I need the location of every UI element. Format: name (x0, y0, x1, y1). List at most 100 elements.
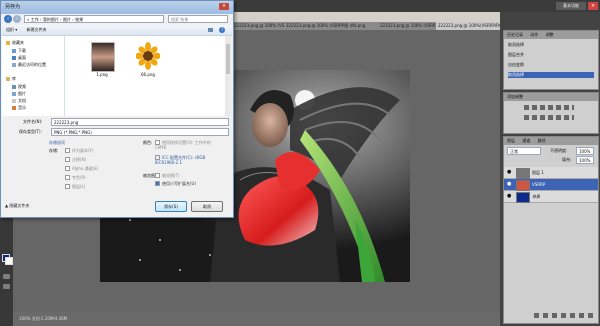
nav-recent[interactable]: 最近访问的位置 (12, 62, 46, 68)
dialog-toolbar: 组织 ▾ 新建文件夹 ? (2, 25, 232, 36)
fill-input[interactable]: 100% (576, 156, 594, 164)
doc-tab[interactable]: 222223.png @ 100% (VSRRP图层1, RGB/8) (284, 22, 351, 30)
search-input[interactable]: 搜索 效果 (168, 15, 228, 23)
back-icon[interactable]: ‹ (4, 15, 12, 23)
music-folder-icon (12, 106, 16, 110)
history-panel: 历史记录 动作 调整 取消选择 图层合并 自由变换 取消选择 (503, 30, 599, 90)
notes-checkbox[interactable]: 注释(N) (65, 157, 86, 163)
tab-channels[interactable]: 通道 (522, 138, 530, 143)
blend-mode-select[interactable]: 正常 (507, 147, 541, 155)
filetype-select[interactable]: PNG (*.PNG;*.PNG) (51, 128, 229, 136)
icc-profile-checkbox[interactable]: ICC 配置文件(C): sRGB IEC61966-2.1 (155, 155, 217, 165)
nav-music[interactable]: 音乐 (12, 105, 26, 111)
address-row: ‹ › « 工作 › 我的图片 › 图片 › 效果 搜索 效果 (4, 15, 230, 24)
dialog-titlebar: 另存为 × (1, 1, 233, 14)
history-item[interactable]: 取消选择 (508, 42, 594, 48)
layer-row-selected[interactable]: ● VSRRP (504, 179, 598, 191)
layer-row[interactable]: ● 背景 (504, 191, 598, 203)
history-item[interactable]: 图层合并 (508, 52, 594, 58)
dialog-title: 另存为 (5, 4, 21, 10)
checkbox-box (65, 175, 70, 180)
doc-tab[interactable]: dfa.png (348, 22, 381, 30)
layers-panel-tabs: 图层 通道 路径 (504, 137, 598, 145)
file-name: 1.png (96, 72, 108, 77)
layer-name: VSRRP (532, 182, 546, 187)
nav-documents[interactable]: 文档 (12, 98, 26, 104)
checkbox-box (155, 173, 160, 178)
scroll-thumb[interactable] (226, 44, 230, 74)
file-name: 66.png (141, 72, 155, 77)
organize-button[interactable]: 组织 ▾ (2, 27, 17, 32)
nav-pictures[interactable]: 图片 (12, 91, 26, 97)
workspace-switcher[interactable]: 基本功能 (556, 2, 586, 10)
layer-thumbnail (516, 192, 530, 203)
history-item[interactable]: 取消选择 (508, 72, 594, 78)
checkbox-box (65, 166, 70, 171)
opacity-input[interactable]: 100% (576, 147, 594, 155)
filename-input[interactable]: 222223.png (51, 118, 229, 126)
quick-mask-icon[interactable] (3, 274, 10, 279)
alpha-channel-checkbox[interactable]: Alpha 通道(E) (65, 166, 98, 172)
layer-row[interactable]: ● 图层 1 (504, 167, 598, 179)
breadcrumb[interactable]: « 工作 › 我的图片 › 图片 › 效果 (24, 15, 164, 23)
document-tabs: 222223.png @ 100% (VSRRP... 222223.png @… (232, 22, 505, 30)
tab-paths[interactable]: 路径 (538, 138, 546, 143)
forward-icon[interactable]: › (13, 15, 21, 23)
doc-tab-active[interactable]: 222223.png @ 100%(VSRRP/RGB/8) * (436, 22, 505, 30)
proof-setup-checkbox[interactable]: 使用校样设置(O): 工作中的 CMYK (155, 140, 217, 150)
file-thumbnail-sunflower (136, 42, 160, 70)
nav-library[interactable]: 库 (6, 76, 16, 82)
eye-icon[interactable]: ● (507, 194, 512, 199)
nav-desktop[interactable]: 桌面 (12, 55, 26, 61)
background-color-swatch[interactable] (5, 257, 13, 265)
nav-downloads[interactable]: 下载 (12, 48, 26, 54)
save-button[interactable]: 保存(S) (155, 201, 187, 212)
window-close-icon[interactable]: × (588, 2, 598, 10)
tab-history[interactable]: 历史记录 (507, 32, 523, 37)
tab-layers[interactable]: 图层 (507, 138, 515, 143)
library-icon (6, 77, 10, 81)
desktop-icon (12, 56, 16, 60)
as-copy-checkbox[interactable]: 作为副本(Y) (65, 148, 94, 154)
layers-footer-icons[interactable] (534, 313, 594, 318)
star-icon (6, 41, 10, 45)
screen-mode-icon[interactable] (3, 284, 10, 289)
video-folder-icon (12, 85, 16, 89)
recent-places-icon (12, 63, 16, 67)
spot-color-checkbox[interactable]: 专色(P) (65, 175, 86, 181)
file-thumbnail-portrait (91, 42, 115, 72)
eye-icon[interactable]: ● (507, 182, 512, 187)
new-folder-button[interactable]: 新建文件夹 (19, 27, 47, 32)
eye-icon[interactable]: ● (507, 170, 512, 175)
tab-adjust[interactable]: 调整 (546, 32, 554, 37)
file-item[interactable]: 1.png (89, 42, 115, 78)
file-list-scrollbar[interactable] (225, 36, 231, 116)
tab-actions[interactable]: 动作 (530, 32, 538, 37)
close-icon[interactable]: × (219, 3, 229, 10)
filename-label: 文件名(N): (23, 119, 43, 124)
nav-videos[interactable]: 视频 (12, 84, 26, 90)
status-text: 100% 文档:1.20M/4.46M (19, 316, 68, 321)
checkbox-box (65, 184, 70, 189)
nav-favorites[interactable]: 收藏夹 (6, 40, 24, 46)
lowercase-extension-checkbox[interactable]: 使用小写扩展名(U) (155, 181, 196, 187)
cancel-button[interactable]: 取消 (191, 201, 223, 212)
thumbnail-checkbox[interactable]: 缩览图(T) (155, 173, 180, 179)
hide-folders-toggle[interactable]: ▲ 隐藏文件夹 (5, 203, 29, 209)
checkbox-box (155, 181, 160, 186)
doc-tab[interactable]: 222223.png @ 100% (VSRRP... (232, 22, 287, 30)
history-panel-tabs: 历史记录 动作 调整 (504, 31, 598, 39)
doc-tab[interactable]: 222223.png @ 100% (VSRRP/RGB/8) * (378, 22, 439, 30)
adjustments-title: 添加调整 (504, 93, 598, 101)
document-folder-icon (12, 99, 16, 103)
navigation-pane: 收藏夹 下载 桌面 最近访问的位置 库 视频 图片 文档 音乐 (2, 36, 65, 116)
view-icon[interactable] (208, 28, 213, 32)
file-item[interactable]: 66.png (135, 42, 161, 78)
help-icon[interactable]: ? (219, 27, 225, 33)
adjust-icons-row[interactable] (524, 105, 574, 110)
history-item[interactable]: 自由变换 (508, 62, 594, 68)
picture-folder-icon (12, 92, 16, 96)
layers-checkbox[interactable]: 图层(L) (65, 184, 85, 190)
file-list[interactable]: 1.png 66.png (65, 36, 225, 116)
adjust-icons-row[interactable] (524, 115, 574, 120)
